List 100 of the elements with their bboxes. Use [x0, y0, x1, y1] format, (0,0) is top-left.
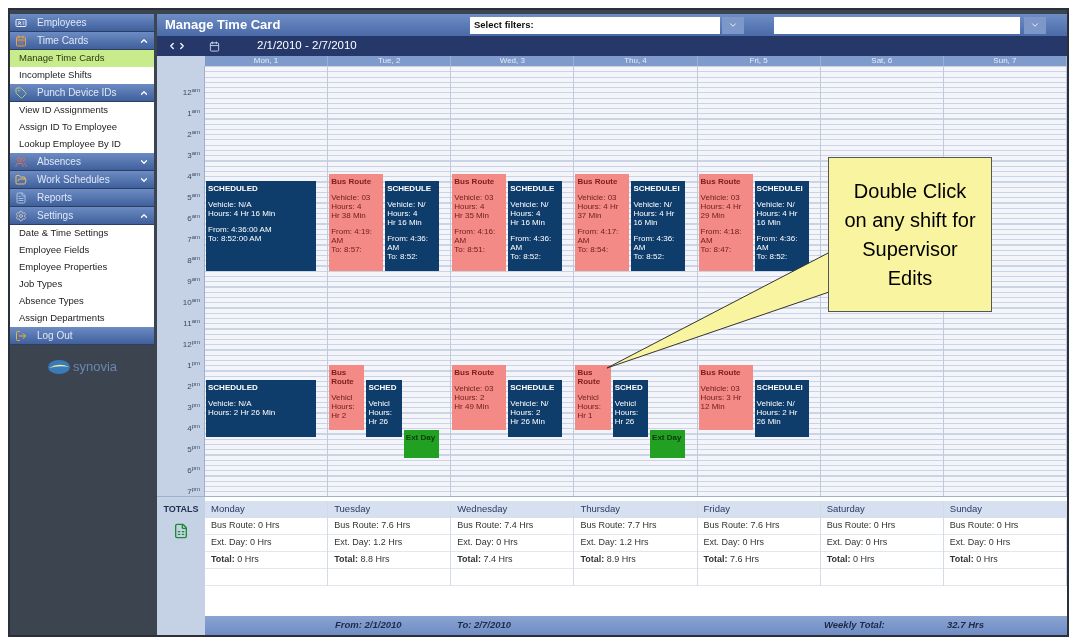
shift-title: SCHEDULED: [208, 383, 259, 393]
scheduled-shift[interactable]: SCHED Vehicl Hours: Hr 26: [366, 380, 402, 437]
bus-route-shift[interactable]: Bus Route Vehicl Hours: Hr 1: [575, 365, 611, 431]
logo-icon: [46, 358, 71, 375]
shift-title: SCHEDULEI: [756, 183, 804, 193]
date-range: 2/1/2010 - 2/7/2010: [257, 38, 357, 54]
filter-select[interactable]: [774, 16, 1020, 34]
hour-label: 3$^{am}$: [187, 151, 200, 162]
scheduled-shift[interactable]: SCHEDULE Vehicle: N/ Hours: 4 Hr 16 Min From: 4:36: AM To: 8:52:: [385, 180, 440, 271]
shift-detail: Hr 49 Min: [454, 402, 490, 412]
extra-day-shift[interactable]: Ext Day: [650, 430, 686, 458]
document-icon: [15, 191, 27, 204]
folder-icon: [15, 173, 27, 186]
bus-route-shift[interactable]: Bus Route Vehicl Hours: Hr 2: [329, 365, 365, 431]
sidebar-section-header[interactable]: Log Out: [10, 327, 154, 345]
scheduled-shift[interactable]: SCHED Vehicl Hours: Hr 26: [612, 380, 649, 437]
scheduled-shift[interactable]: SCHEDULE Vehicle: N/ Hours: 4 Hr 16 Min From: 4:36: AM To: 8:52:: [508, 180, 563, 271]
chevron-down-icon: [728, 20, 738, 30]
shift-detail: Hours:: [331, 402, 356, 412]
sidebar-item[interactable]: Manage Time Cards: [10, 50, 154, 67]
id-card-icon: [15, 16, 27, 29]
sidebar-section-header[interactable]: Reports: [10, 189, 154, 207]
column-header: Monday: [205, 501, 328, 518]
extra-day-shift[interactable]: Ext Day: [403, 430, 440, 458]
sidebar-section-header[interactable]: Employees: [10, 14, 154, 32]
hour-label: 4$^{pm}$: [187, 424, 200, 435]
column-header: Sunday: [943, 501, 1066, 518]
shift-title: Bus Route: [331, 368, 355, 387]
table-cell: Bus Route: 7.6 Hrs: [703, 519, 780, 533]
shift-title: SCHED: [614, 383, 644, 393]
hour-label: 3$^{pm}$: [187, 403, 200, 414]
shift-detail: Hr 1: [577, 411, 594, 421]
scheduled-shift[interactable]: SCHEDULEI Vehicle: N/ Hours: 4 Hr 16 Min From: 4:36: AM To: 8:52:: [631, 180, 686, 271]
bus-route-shift[interactable]: Bus Route Vehicle: 03 Hours: 4 Hr 38 Min From: 4:19: AM To: 8:57:: [329, 174, 384, 271]
bus-route-shift[interactable]: Bus Route Vehicle: 03 Hours: 4 Hr 35 Min From: 4:16: AM To: 8:51:: [452, 174, 507, 271]
shift-title: SCHEDULEI: [633, 183, 681, 193]
column-header: Friday: [697, 501, 820, 518]
hour-label: 2$^{am}$: [187, 130, 200, 141]
spreadsheet-icon[interactable]: [173, 522, 189, 539]
shift-detail: From: 4:36:00 AM: [208, 224, 273, 234]
hour-label: 6$^{pm}$: [187, 466, 200, 477]
scheduled-shift[interactable]: SCHEDULEI Vehicle: N/ Hours: 4 Hr 16 Min From: 4:36: AM To: 8:52:: [754, 180, 809, 271]
shift-detail: To: 8:47:: [700, 245, 733, 255]
shift-detail: From: 4:16:: [454, 227, 497, 237]
table-cell: Ext. Day: 1.2 Hrs: [334, 536, 403, 550]
table-cell: Bus Route: 7.7 Hrs: [580, 519, 657, 533]
section-title: Work Schedules: [37, 173, 111, 187]
shift-title: Bus Route: [577, 368, 602, 387]
shift-title: Bus Route: [700, 368, 742, 378]
shift-detail: Vehicl: [331, 393, 354, 403]
sidebar-section-header[interactable]: Time Cards: [10, 32, 154, 50]
shift-detail: To: 8:52:: [510, 251, 542, 261]
bus-route-shift[interactable]: Bus Route Vehicle: 03 Hours: 4 Hr 29 Min From: 4:18: AM To: 8:47:: [698, 174, 753, 271]
calendar-icon: [15, 34, 27, 47]
column-header: Thursday: [574, 501, 697, 518]
shift-detail: From: 4:18:: [700, 227, 743, 237]
filter-select[interactable]: Select filters:: [470, 16, 720, 34]
bus-route-shift[interactable]: Bus Route Vehicle: 03 Hours: 2 Hr 49 Min: [452, 365, 507, 431]
shift-detail: Hours: 4 Hr 16 Min: [208, 208, 277, 218]
next-icon[interactable]: [177, 41, 187, 51]
shift-detail: Vehicle: 03: [577, 193, 618, 203]
sidebar-section-header[interactable]: Absences: [10, 153, 154, 171]
shift-detail: Vehicle: 03: [700, 384, 741, 394]
shift-title: Bus Route: [454, 368, 496, 378]
section-title: Time Cards: [37, 34, 90, 48]
shift-detail: From: 4:36:: [633, 233, 676, 243]
table-cell: Ext. Day: 1.2 Hrs: [580, 536, 649, 550]
hour-label: 9$^{am}$: [187, 277, 200, 288]
bus-route-shift[interactable]: Bus Route Vehicle: 03 Hours: 4 Hr 37 Min From: 4:17: AM To: 8:54:: [575, 174, 630, 271]
hour-label: 7$^{am}$: [187, 235, 200, 246]
shift-detail: AM: [633, 242, 647, 252]
scheduled-shift[interactable]: SCHEDULE Vehicle: N/ Hours: 2 Hr 26 Min: [508, 380, 563, 437]
logout-icon: [15, 329, 27, 342]
calendar-icon[interactable]: [209, 40, 220, 52]
previous-icon[interactable]: [167, 41, 177, 51]
shift-detail: Vehicl: [577, 393, 600, 403]
table-cell: Ext. Day: 0 Hrs: [457, 536, 518, 550]
shift-detail: Hours:: [577, 402, 602, 412]
scheduled-shift[interactable]: SCHEDULEI Vehicle: N/ Hours: 2 Hr 26 Min: [754, 380, 809, 437]
bus-route-shift[interactable]: Bus Route Vehicle: 03 Hours: 3 Hr 12 Min: [698, 365, 753, 431]
sidebar-section-header[interactable]: Work Schedules: [10, 171, 154, 189]
shift-detail: Hours: 4 Hr: [756, 208, 799, 218]
shift-detail: Vehicle: N/A: [208, 399, 253, 409]
shift-detail: Vehicle: 03: [331, 193, 372, 203]
shift-detail: From: 4:36:: [510, 233, 553, 243]
shift-detail: From: 4:36:: [387, 233, 430, 243]
shift-detail: Hr 2: [331, 411, 348, 421]
shift-title: Bus Route: [700, 177, 742, 187]
scheduled-shift[interactable]: SCHEDULED Vehicle: N/A Hours: 4 Hr 16 Min From: 4:36:00 AM To: 8:52:00 AM: [206, 180, 316, 271]
hour-label: 11$^{am}$: [183, 319, 200, 330]
shift-detail: Hours: 2 Hr: [756, 408, 799, 418]
shift-detail: Hours: 4 Hr: [577, 202, 620, 212]
table-cell: Total: 0 Hrs: [211, 553, 259, 567]
table-cell: Total: 0 Hrs: [826, 553, 875, 567]
shift-detail: Hours: 2: [454, 393, 486, 403]
sidebar-section-header[interactable]: Punch Device IDs: [10, 84, 154, 102]
scheduled-shift[interactable]: SCHEDULED Vehicle: N/A Hours: 2 Hr 26 Min: [206, 380, 316, 437]
shift-detail: 37 Min: [577, 211, 603, 221]
section-title: Absences: [37, 155, 82, 169]
sidebar-section-header[interactable]: Settings: [10, 207, 154, 225]
